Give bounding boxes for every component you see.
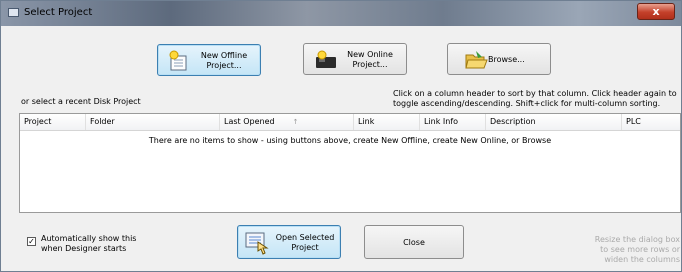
empty-table-message: There are no items to show - using butto… xyxy=(148,136,552,145)
column-header-folder[interactable]: Folder xyxy=(86,114,220,130)
auto-show-label: Automatically show this when Designer st… xyxy=(41,234,137,253)
sort-hint-text: Click on a column header to sort by that… xyxy=(393,89,677,108)
column-header-description[interactable]: Description xyxy=(486,114,622,130)
browse-label: Browse... xyxy=(488,55,525,64)
column-header-link-info[interactable]: Link Info xyxy=(420,114,486,130)
auto-show-checkbox[interactable]: ✓ xyxy=(27,237,36,246)
column-header-last-opened-label: Last Opened xyxy=(224,117,275,126)
resize-hint-text: Resize the dialog box to see more rows o… xyxy=(594,235,680,264)
column-header-last-opened[interactable]: Last Opened ↑ xyxy=(220,114,354,130)
new-offline-project-icon xyxy=(169,50,187,71)
sort-arrow-icon: ↑ xyxy=(292,118,299,126)
table-header: Project Folder Last Opened ↑ Link Link In… xyxy=(20,114,680,131)
browse-button[interactable]: Browse... xyxy=(447,43,551,75)
window-icon xyxy=(8,8,19,17)
new-online-project-button[interactable]: New Online Project... xyxy=(303,43,407,75)
new-online-project-icon xyxy=(316,50,336,68)
column-header-project[interactable]: Project xyxy=(20,114,86,130)
new-offline-project-button[interactable]: New Offline Project... xyxy=(157,44,261,76)
open-folder-icon xyxy=(465,51,488,69)
select-project-dialog: Select Project x New Offline Project... … xyxy=(0,0,682,272)
window-title: Select Project xyxy=(24,7,93,18)
column-header-link[interactable]: Link xyxy=(354,114,420,130)
recent-projects-table[interactable]: Project Folder Last Opened ↑ Link Link In… xyxy=(19,113,681,213)
close-label: Close xyxy=(403,238,425,247)
title-bar[interactable]: Select Project x xyxy=(1,1,681,26)
recent-projects-label: or select a recent Disk Project xyxy=(21,97,141,106)
open-selected-project-button[interactable]: Open Selected Project xyxy=(237,225,341,259)
open-selected-project-label: Open Selected Project xyxy=(275,233,335,252)
open-project-icon xyxy=(245,232,269,255)
new-offline-project-label: New Offline Project... xyxy=(200,51,248,70)
column-header-plc[interactable]: PLC xyxy=(622,114,680,130)
new-online-project-label: New Online Project... xyxy=(347,50,393,69)
close-button[interactable]: Close xyxy=(364,225,464,259)
close-window-button[interactable]: x xyxy=(637,3,675,20)
